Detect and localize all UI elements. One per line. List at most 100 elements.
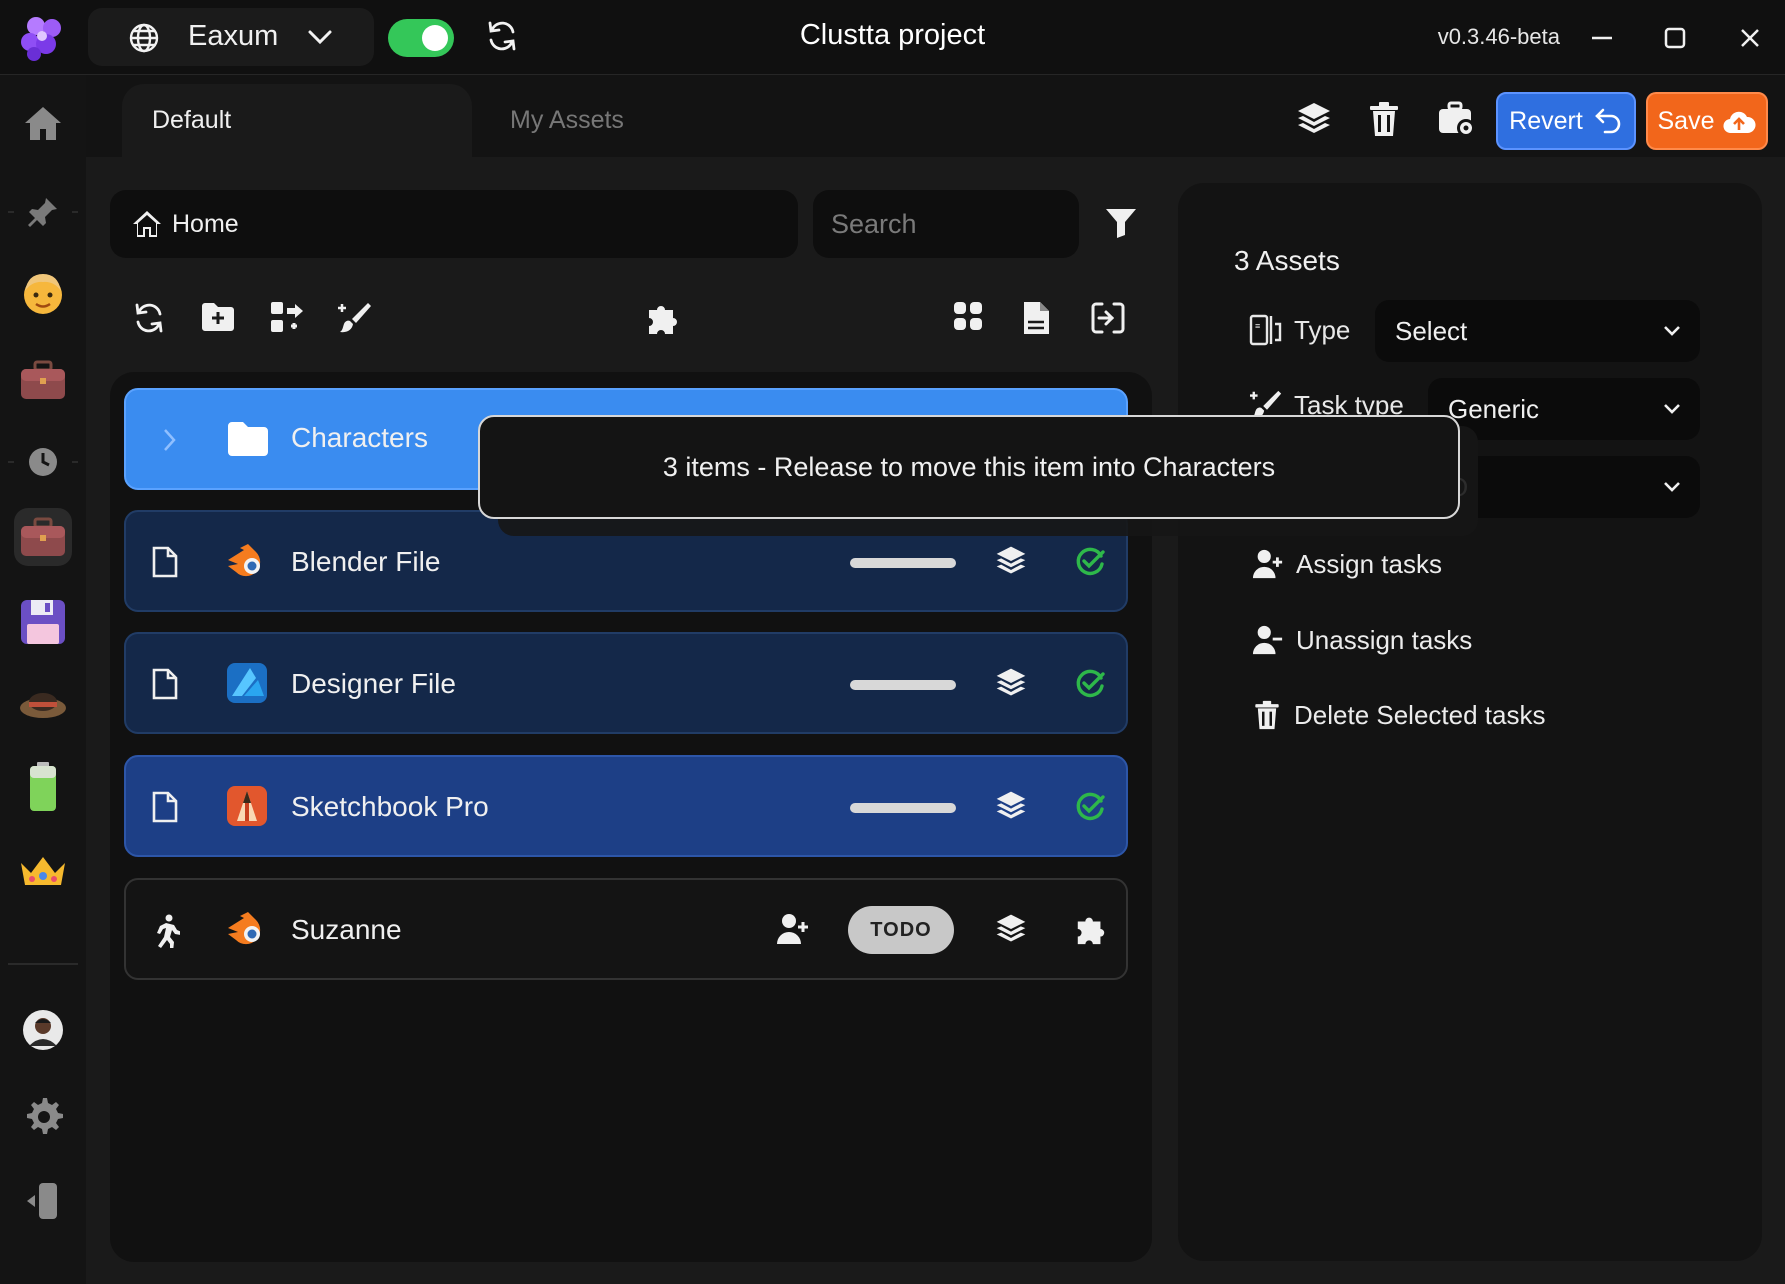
briefcase-active-icon[interactable] <box>14 508 72 566</box>
grid-view-icon[interactable] <box>952 300 992 340</box>
workspace-selector[interactable]: Eaxum <box>88 8 374 66</box>
hat-icon[interactable] <box>14 673 72 731</box>
drag-tooltip: 3 items - Release to move this item into… <box>478 415 1460 519</box>
progress-bar <box>850 803 956 813</box>
puzzle-icon[interactable] <box>1074 912 1108 946</box>
close-button[interactable] <box>1730 18 1770 58</box>
task-name: Suzanne <box>291 914 402 945</box>
app-title: Clustta project <box>799 19 986 51</box>
type-icon: ≡ <box>1248 312 1284 348</box>
layers-icon[interactable] <box>994 544 1028 578</box>
home-icon[interactable] <box>14 95 72 153</box>
globe-icon <box>128 22 160 54</box>
search-input[interactable] <box>813 190 1079 258</box>
floppy-disk-icon[interactable] <box>14 593 72 651</box>
assign-tasks-label: Assign tasks <box>1296 548 1442 579</box>
chevron-down-icon <box>1662 478 1682 496</box>
puzzle-icon[interactable] <box>645 300 685 340</box>
sync-toggle[interactable] <box>388 19 454 57</box>
version-label: v0.3.46-beta <box>1437 24 1560 49</box>
file-icon <box>152 546 178 578</box>
blender-icon <box>226 542 270 582</box>
file-row-selected[interactable]: Sketchbook Pro <box>124 755 1128 857</box>
breadcrumb-home: Home <box>172 209 239 238</box>
save-label: Save <box>1657 106 1715 135</box>
chevron-down-icon <box>1662 400 1682 418</box>
user-profile-avatar[interactable] <box>14 1001 72 1059</box>
file-row[interactable]: Designer File <box>124 632 1128 734</box>
user-remove-icon <box>1252 624 1284 656</box>
undo-icon <box>1593 106 1623 136</box>
unassign-tasks-button[interactable]: Unassign tasks <box>1252 624 1472 656</box>
settings-icon[interactable] <box>14 1087 72 1145</box>
briefcase-icon[interactable] <box>14 351 72 409</box>
rail-divider <box>8 963 78 965</box>
status-badge-todo[interactable]: TODO <box>848 906 954 954</box>
filter-icon[interactable] <box>1104 206 1138 240</box>
running-figure-icon <box>152 914 180 948</box>
add-task-icon[interactable] <box>269 300 309 340</box>
maximize-button[interactable] <box>1655 18 1695 58</box>
type-select-value: Select <box>1395 315 1468 346</box>
type-field-label: ≡ Type <box>1248 312 1350 348</box>
file-name: Designer File <box>291 668 456 699</box>
task-type-value: Generic <box>1448 393 1540 424</box>
check-done-icon <box>1074 546 1106 578</box>
breadcrumb[interactable]: Home <box>110 190 798 258</box>
minimize-button[interactable] <box>1582 18 1622 58</box>
sketchbook-icon <box>226 785 268 827</box>
layers-icon[interactable] <box>994 912 1028 946</box>
tab-my-assets[interactable]: My Assets <box>480 84 780 157</box>
affinity-designer-icon <box>226 662 268 704</box>
refresh-icon[interactable] <box>131 300 171 340</box>
battery-icon[interactable] <box>14 758 72 816</box>
user-avatar-icon[interactable] <box>14 265 72 323</box>
type-label: Type <box>1294 314 1351 345</box>
save-button[interactable]: Save <box>1646 92 1768 150</box>
chevron-right-icon[interactable] <box>160 426 178 454</box>
unassign-tasks-label: Unassign tasks <box>1296 624 1473 655</box>
delete-selected-tasks-label: Delete Selected tasks <box>1294 699 1546 730</box>
file-name: Sketchbook Pro <box>291 791 489 822</box>
blender-icon <box>226 910 270 950</box>
crown-icon[interactable] <box>14 842 72 900</box>
chevron-down-icon <box>306 26 334 48</box>
type-select[interactable]: Select <box>1375 300 1700 362</box>
home-icon <box>132 209 162 239</box>
assign-user-icon[interactable] <box>776 912 810 946</box>
refresh-icon[interactable] <box>484 18 520 54</box>
check-done-icon <box>1074 791 1106 823</box>
delete-selected-tasks-button[interactable]: Delete Selected tasks <box>1252 699 1545 731</box>
document-icon[interactable] <box>1021 300 1061 340</box>
layers-icon[interactable] <box>994 666 1028 700</box>
file-icon <box>152 791 178 823</box>
briefcase-settings-icon[interactable] <box>1436 100 1476 140</box>
pin-icon[interactable] <box>14 183 72 241</box>
progress-bar <box>850 558 956 568</box>
cloud-upload-icon <box>1722 107 1756 135</box>
clustta-logo-icon[interactable] <box>18 14 68 62</box>
selected-assets-count: 3 Assets <box>1234 245 1340 276</box>
revert-button[interactable]: Revert <box>1496 92 1636 150</box>
new-folder-icon[interactable] <box>200 300 240 340</box>
task-row[interactable]: Suzanne TODO <box>124 878 1128 980</box>
progress-bar <box>850 680 956 690</box>
user-add-icon <box>1252 548 1284 580</box>
tab-default[interactable]: Default <box>122 84 472 157</box>
clock-icon[interactable] <box>14 433 72 491</box>
revert-label: Revert <box>1509 106 1583 135</box>
toggle-knob <box>422 25 448 51</box>
export-icon[interactable] <box>1090 300 1130 340</box>
left-sidebar <box>0 75 87 1284</box>
layers-icon[interactable] <box>1295 100 1335 140</box>
file-name: Blender File <box>291 546 441 577</box>
folder-icon <box>226 420 270 458</box>
assign-tasks-button[interactable]: Assign tasks <box>1252 548 1442 580</box>
paint-brush-add-icon[interactable] <box>338 300 378 340</box>
collapse-sidebar-icon[interactable] <box>14 1172 72 1230</box>
check-done-icon <box>1074 668 1106 700</box>
trash-icon[interactable] <box>1366 100 1406 140</box>
layers-icon[interactable] <box>994 789 1028 823</box>
trash-icon <box>1252 699 1282 731</box>
file-icon <box>152 668 178 700</box>
